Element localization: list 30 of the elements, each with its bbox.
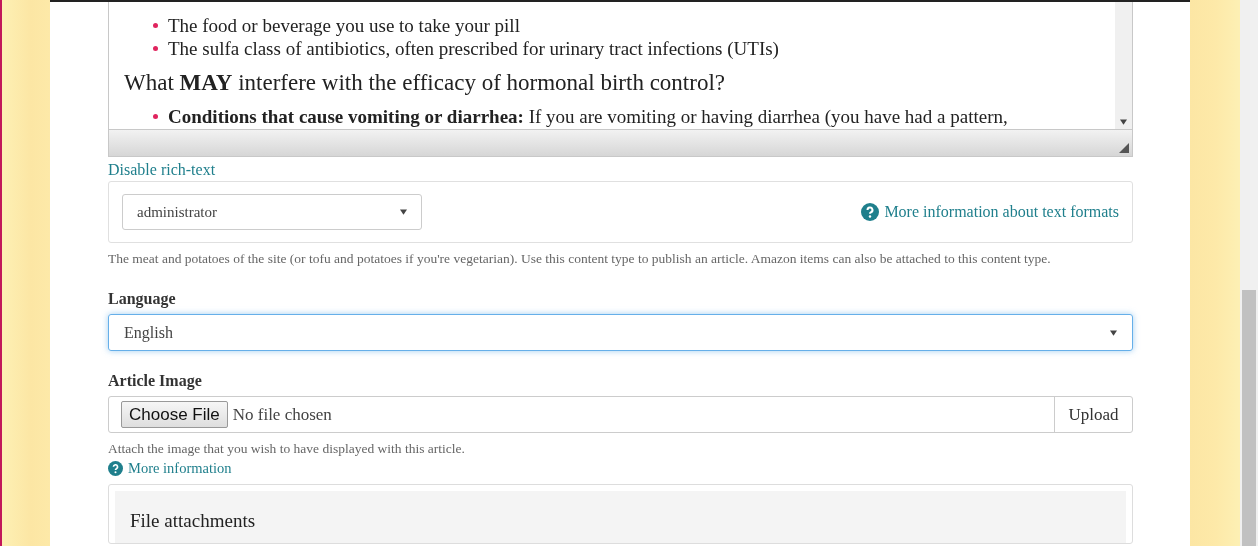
text-formats-help-link[interactable]: More information about text formats xyxy=(861,200,1119,224)
bullet-icon xyxy=(153,46,158,51)
help-icon xyxy=(861,203,880,221)
choose-file-button[interactable]: Choose File xyxy=(121,401,228,428)
list-item-text: Conditions that cause vomiting or diarrhea: If you are vomiting or having diarrhea (you have had a pattern, xyxy=(168,105,1008,128)
more-information-link[interactable]: More information xyxy=(108,458,232,478)
text-format-select[interactable]: administrator xyxy=(122,194,422,230)
content-type-description: The meat and potatoes of the site (or tofu and potatoes if you're vegetarian). Use this content type to publish an article. Amazon items can also be attached to this content type. xyxy=(108,250,1052,268)
language-label: Language xyxy=(108,289,177,310)
editor-heading: What MAY interfere with the efficacy of hormonal birth control? xyxy=(124,69,726,97)
page-scrollbar[interactable] xyxy=(1240,0,1258,546)
disable-rich-text-link[interactable]: Disable rich-text xyxy=(108,160,216,180)
list-item-text: The food or beverage you use to take your pill xyxy=(168,14,520,37)
file-attachments-header[interactable]: File attachments xyxy=(115,491,1126,543)
file-attachments-title: File attachments xyxy=(130,510,256,531)
bullet-icon xyxy=(153,114,158,119)
caret-icon xyxy=(400,209,407,215)
help-icon xyxy=(108,460,123,476)
bullet-icon xyxy=(153,23,158,28)
caret-icon xyxy=(1120,119,1127,125)
article-image-label: Article Image xyxy=(108,371,203,392)
editor-scrollbar[interactable] xyxy=(1115,2,1132,129)
file-status: No file chosen xyxy=(232,403,333,426)
resize-handle-icon[interactable] xyxy=(1119,143,1129,153)
article-image-help: Attach the image that you wish to have displayed with this article. xyxy=(108,440,466,458)
caret-icon xyxy=(1110,329,1117,336)
upload-button[interactable]: Upload xyxy=(1054,397,1132,432)
language-select[interactable]: English xyxy=(108,314,1133,351)
list-item-text: The sulfa class of antibiotics, often prescribed for urinary tract infections (UTIs) xyxy=(168,37,779,60)
scrollbar-thumb[interactable] xyxy=(1242,290,1256,546)
